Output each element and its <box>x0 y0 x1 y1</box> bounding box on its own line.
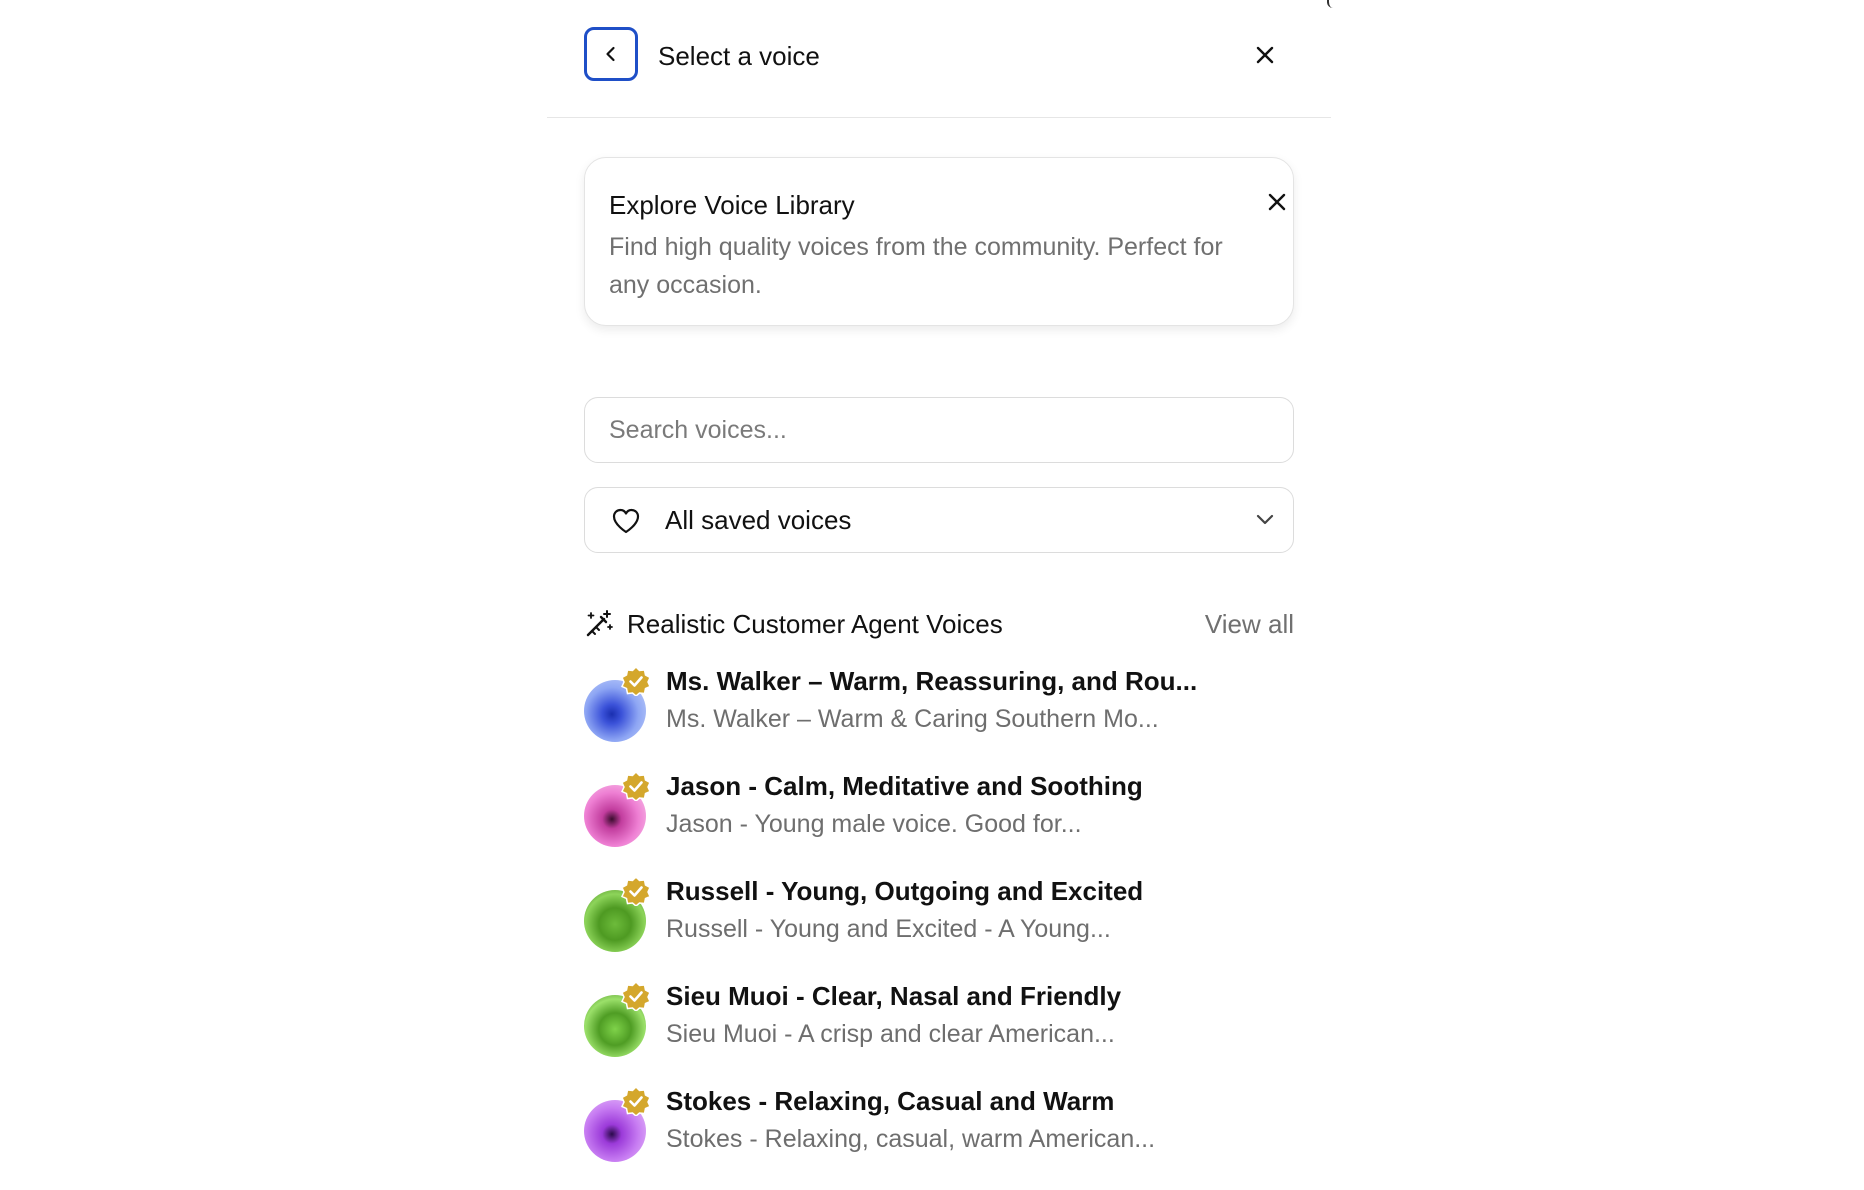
voice-list-item[interactable]: Russell - Young, Outgoing and Excited Ru… <box>584 872 1294 958</box>
voice-name: Stokes - Relaxing, Casual and Warm <box>666 1086 1115 1116</box>
promo-close-button[interactable] <box>1261 186 1293 218</box>
voice-description: Russell - Young and Excited - A Young... <box>666 915 1111 943</box>
close-icon <box>1256 46 1274 64</box>
promo-description: Find high quality voices from the commun… <box>609 233 1223 299</box>
voice-list-item[interactable]: Ms. Walker – Warm, Reassuring, and Rou..… <box>584 662 1294 748</box>
voice-name: Ms. Walker – Warm, Reassuring, and Rou..… <box>666 666 1198 696</box>
verified-badge-icon <box>621 876 651 906</box>
chevron-down-icon <box>1256 514 1274 525</box>
explore-voice-library-card[interactable]: Explore Voice Library Find high quality … <box>584 157 1294 326</box>
heart-icon <box>612 508 640 534</box>
chevron-left-icon <box>606 46 615 62</box>
promo-title: Explore Voice Library <box>609 190 855 220</box>
voice-name: Russell - Young, Outgoing and Excited <box>666 876 1144 906</box>
close-icon <box>1268 193 1286 211</box>
voice-list-item[interactable]: Sieu Muoi - Clear, Nasal and Friendly Si… <box>584 977 1294 1063</box>
voice-name: Jason - Calm, Meditative and Soothing <box>666 771 1143 801</box>
verified-badge-icon <box>621 1086 651 1116</box>
section-title: Realistic Customer Agent Voices <box>627 609 1003 639</box>
dropdown-selected-value: All saved voices <box>665 505 852 535</box>
voice-description: Jason - Young male voice. Good for... <box>666 810 1082 838</box>
voice-selector-panel: Select a voice Explore Voice Library Fin… <box>547 0 1331 1190</box>
page-title: Select a voice <box>658 41 820 71</box>
close-button[interactable] <box>1247 37 1283 73</box>
panel-header: Select a voice <box>547 0 1331 118</box>
search-input[interactable] <box>584 397 1294 463</box>
voice-name: Sieu Muoi - Clear, Nasal and Friendly <box>666 981 1122 1011</box>
voice-description: Sieu Muoi - A crisp and clear American..… <box>666 1020 1115 1048</box>
voice-description: Stokes - Relaxing, casual, warm American… <box>666 1125 1156 1153</box>
magic-wand-icon <box>586 610 613 637</box>
verified-badge-icon <box>621 981 651 1011</box>
voice-list-item[interactable]: Stokes - Relaxing, Casual and Warm Stoke… <box>584 1082 1294 1168</box>
back-button[interactable] <box>584 27 638 81</box>
view-all-link[interactable]: View all <box>1205 607 1294 641</box>
verified-badge-icon <box>621 666 651 696</box>
verified-badge-icon <box>621 771 651 801</box>
voice-list-item[interactable]: Jason - Calm, Meditative and Soothing Ja… <box>584 767 1294 853</box>
voice-description: Ms. Walker – Warm & Caring Southern Mo..… <box>666 705 1159 733</box>
saved-voices-dropdown[interactable]: All saved voices <box>584 487 1294 553</box>
